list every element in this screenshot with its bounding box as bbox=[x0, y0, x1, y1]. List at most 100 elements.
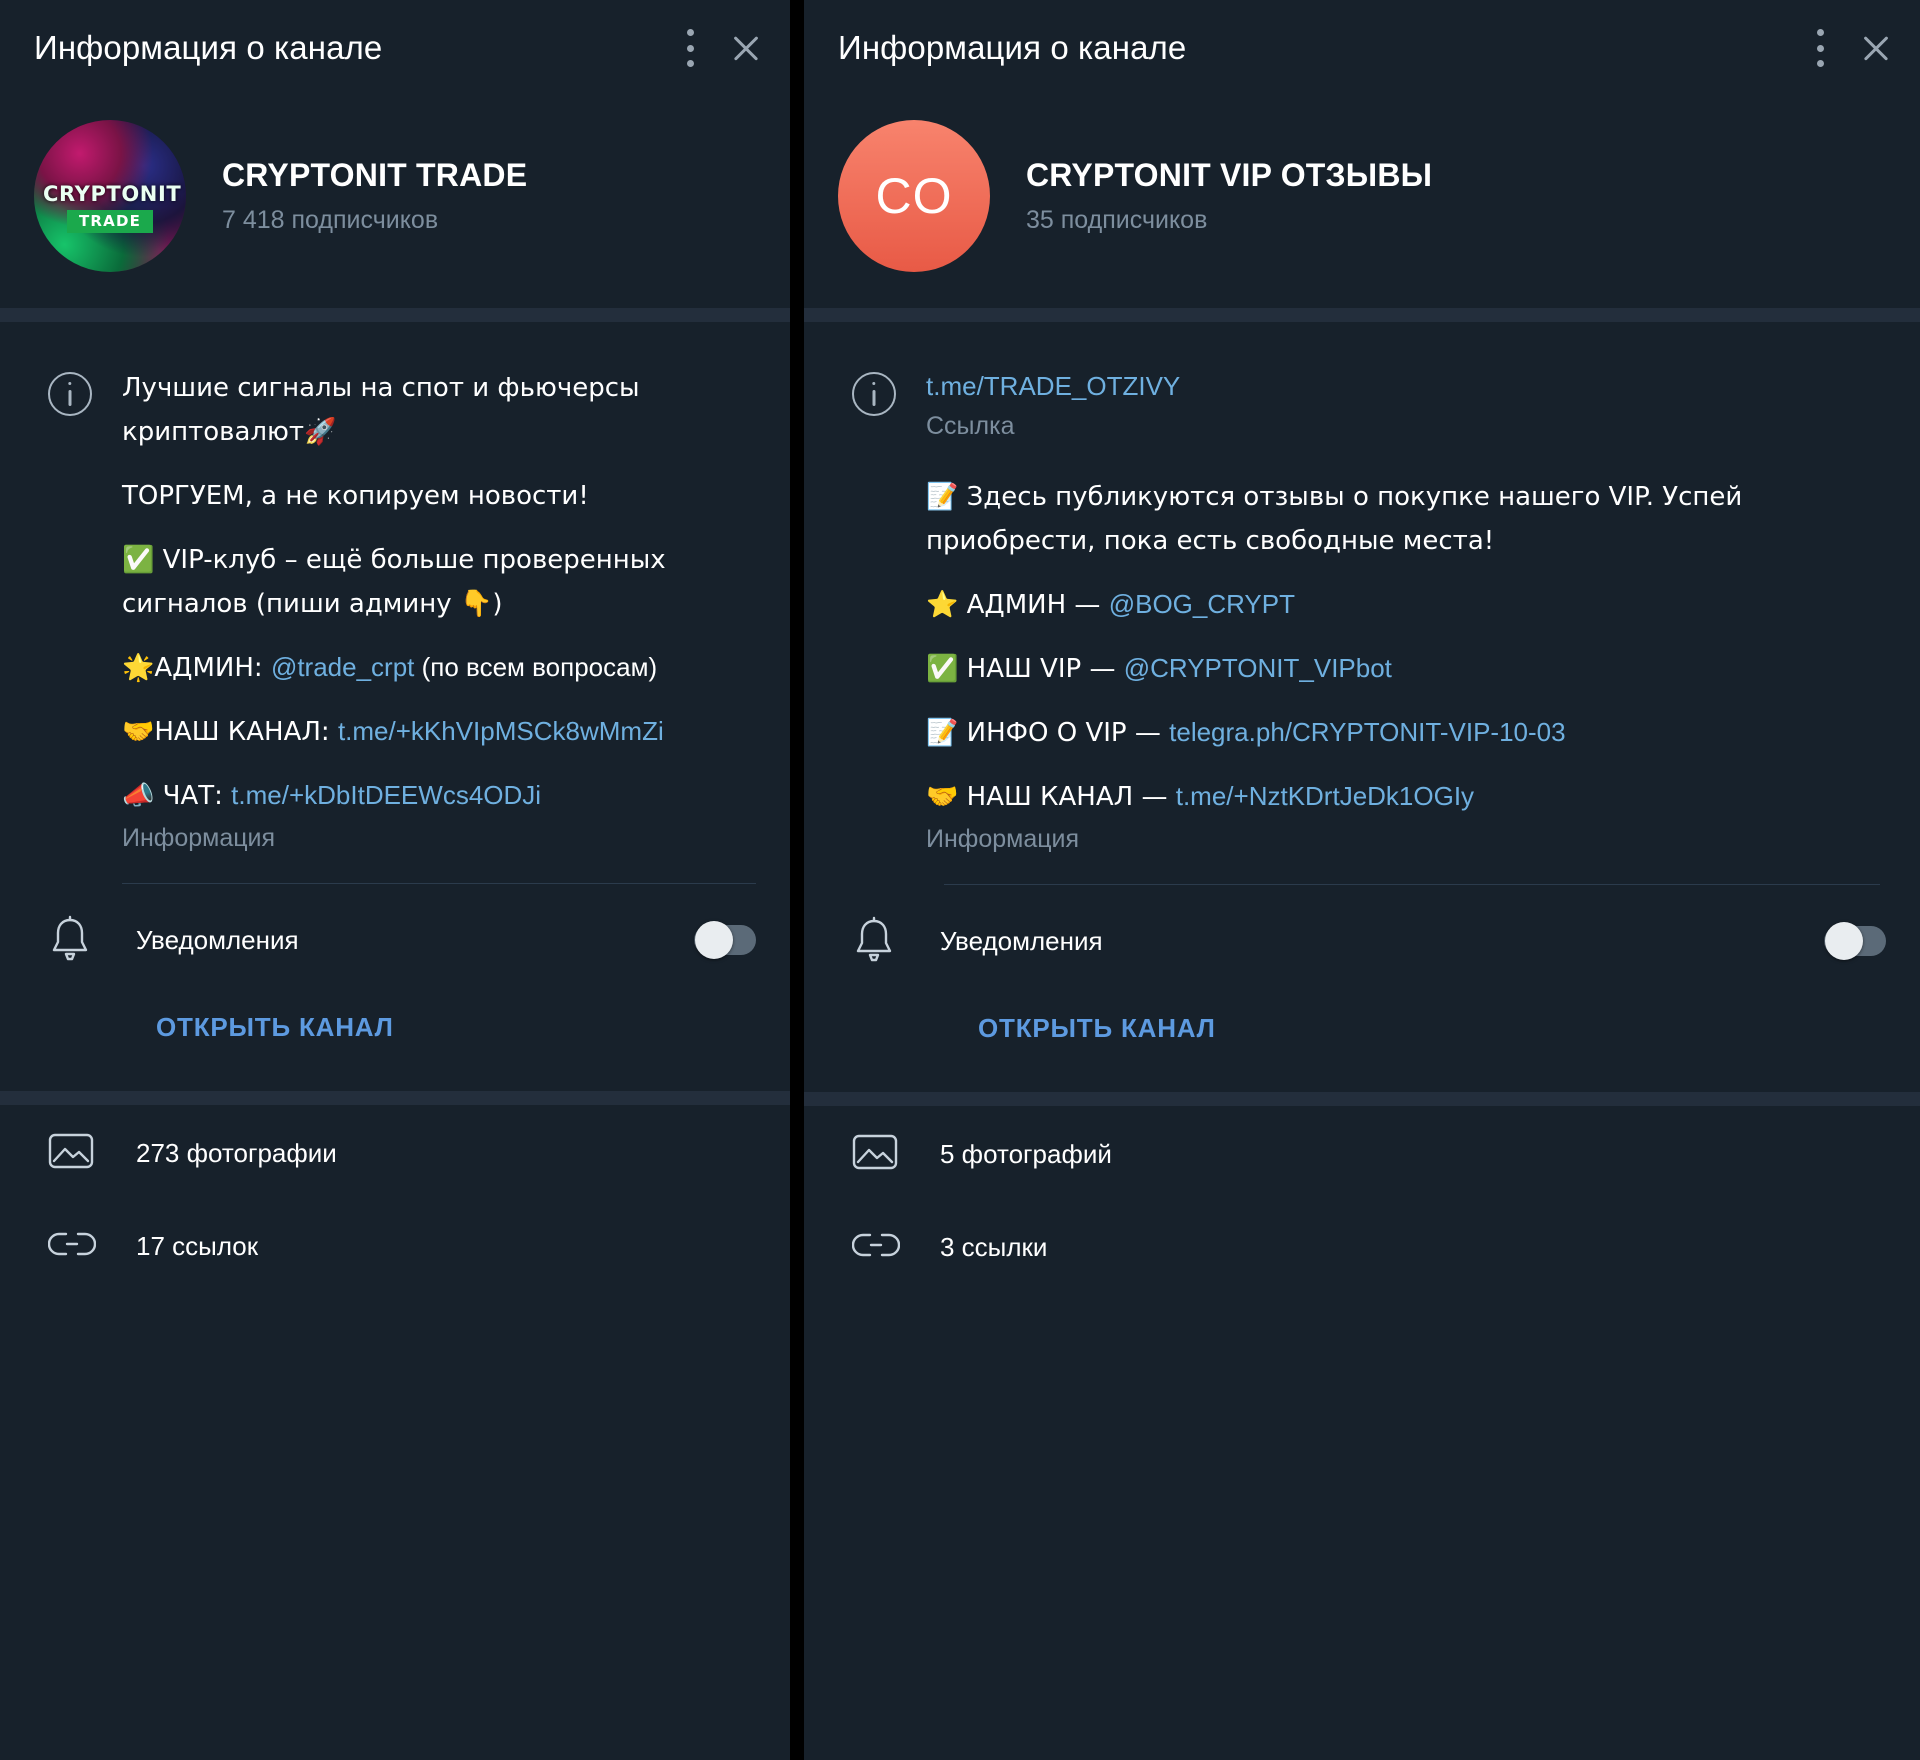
description-text: Лучшие сигналы на спот и фьючерсы крипто… bbox=[122, 373, 648, 447]
description-link[interactable]: t.me/+kKhVIpMSCk8wMmZi bbox=[338, 716, 664, 746]
notifications-label: Уведомления bbox=[136, 924, 299, 955]
open-channel-button[interactable]: ОТКРЫТЬ КАНАЛ bbox=[0, 966, 790, 1043]
description-text: (по всем вопросам) bbox=[414, 652, 658, 682]
description-text: ✅ VIP-клуб – ещё больше проверенных сигн… bbox=[122, 545, 674, 619]
about-section-label: Информация bbox=[926, 825, 1080, 853]
left-channel-info-panel: Информация о канале CRYPTONIT TRADE CRYP… bbox=[0, 0, 790, 1760]
right-about-section: t.me/TRADE_OTZIVY Ссылка 📝 Здесь публику… bbox=[804, 322, 1920, 854]
left-header-actions bbox=[686, 29, 764, 67]
link-icon bbox=[47, 1228, 136, 1265]
description-text: 🤝НАШ КАНАЛ: bbox=[122, 717, 338, 747]
more-vertical-icon[interactable] bbox=[686, 29, 694, 67]
description-line: 📣 ЧАТ: t.me/+kDbItDEEWcs4ODJi bbox=[122, 774, 750, 818]
media-links-label: 3 ссылки bbox=[940, 1232, 1048, 1262]
right-channel-info-panel: Информация о канале CO CRYPTONIT VIP ОТЗ… bbox=[804, 0, 1920, 1760]
close-icon[interactable] bbox=[1858, 30, 1894, 66]
left-about-body: Лучшие сигналы на спот и фьючерсы крипто… bbox=[122, 366, 756, 853]
link-icon bbox=[851, 1229, 940, 1266]
close-icon[interactable] bbox=[728, 30, 764, 66]
description-text: 🤝 НАШ КАНАЛ — bbox=[926, 782, 1176, 812]
description-text: ✅ НАШ VIP — bbox=[926, 654, 1124, 684]
media-row-photos[interactable]: 5 фотографий bbox=[838, 1106, 1886, 1203]
panel-gap bbox=[790, 0, 804, 1760]
description-line: ✅ НАШ VIP — @CRYPTONIT_VIPbot bbox=[926, 647, 1880, 691]
telegram-channel-info-screen: Информация о канале CRYPTONIT TRADE CRYP… bbox=[0, 0, 1920, 1760]
left-profile-text: CRYPTONIT TRADE 7 418 подписчиков bbox=[222, 157, 527, 235]
media-links-label: 17 ссылок bbox=[136, 1231, 259, 1261]
description-line: 📝 ИНФО О VIP — telegra.ph/CRYPTONIT-VIP-… bbox=[926, 711, 1880, 755]
more-vertical-icon[interactable] bbox=[1816, 29, 1824, 67]
subscriber-count: 7 418 подписчиков bbox=[222, 206, 439, 234]
channel-description: Лучшие сигналы на спот и фьючерсы крипто… bbox=[122, 366, 750, 818]
avatar[interactable]: CO bbox=[838, 120, 990, 272]
media-row-links[interactable]: 17 ссылок bbox=[34, 1202, 756, 1291]
about-section-label: Информация bbox=[122, 824, 276, 852]
media-photos-label: 273 фотографии bbox=[136, 1138, 337, 1168]
right-about-body: t.me/TRADE_OTZIVY Ссылка 📝 Здесь публику… bbox=[926, 366, 1886, 854]
description-blank-line bbox=[926, 691, 1880, 711]
photo-icon bbox=[852, 1132, 940, 1177]
description-blank-line bbox=[122, 454, 750, 474]
section-divider-band-2 bbox=[0, 1091, 790, 1105]
page-title-right: Информация о канале bbox=[838, 29, 1187, 66]
photo-icon bbox=[48, 1131, 136, 1176]
right-notifications-row[interactable]: Уведомления bbox=[804, 885, 1920, 967]
bell-icon bbox=[852, 915, 940, 967]
info-icon bbox=[852, 372, 896, 416]
right-header-actions bbox=[1816, 29, 1894, 67]
left-panel-header: Информация о канале bbox=[0, 0, 790, 96]
description-blank-line bbox=[122, 518, 750, 538]
notifications-toggle[interactable] bbox=[1824, 922, 1886, 960]
open-channel-button[interactable]: ОТКРЫТЬ КАНАЛ bbox=[804, 967, 1920, 1044]
description-blank-line bbox=[122, 626, 750, 646]
info-icon-wrap bbox=[34, 366, 122, 853]
description-link[interactable]: t.me/+NztKDrtJeDk1OGIy bbox=[1176, 781, 1474, 811]
section-divider-band-2 bbox=[804, 1092, 1920, 1106]
left-media-rows: 273 фотографии 17 ссылок bbox=[0, 1105, 790, 1291]
description-text: 📣 ЧАТ: bbox=[122, 781, 232, 811]
avatar-badge-line2: TRADE bbox=[67, 210, 153, 233]
toggle-knob bbox=[695, 921, 733, 959]
right-profile-text: CRYPTONIT VIP ОТЗЫВЫ 35 подписчиков bbox=[1026, 157, 1432, 235]
left-profile-block: CRYPTONIT TRADE CRYPTONIT TRADE 7 418 по… bbox=[0, 96, 790, 308]
description-blank-line bbox=[926, 627, 1880, 647]
left-about-section: Лучшие сигналы на спот и фьючерсы крипто… bbox=[0, 322, 790, 853]
description-blank-line bbox=[122, 690, 750, 710]
avatar-initials: CO bbox=[875, 168, 953, 224]
channel-public-link[interactable]: t.me/TRADE_OTZIVY bbox=[926, 366, 1880, 406]
media-row-links[interactable]: 3 ссылки bbox=[838, 1203, 1886, 1292]
description-line: Лучшие сигналы на спот и фьючерсы крипто… bbox=[122, 366, 750, 454]
description-text: 🌟АДМИН: bbox=[122, 653, 271, 683]
description-blank-line bbox=[926, 563, 1880, 583]
media-photos-label: 5 фотографий bbox=[940, 1139, 1112, 1169]
toggle-knob bbox=[1825, 922, 1863, 960]
page-title: Информация о канале bbox=[34, 29, 383, 66]
info-icon bbox=[48, 372, 92, 416]
description-line: 🌟АДМИН: @trade_crpt (по всем вопросам) bbox=[122, 646, 750, 690]
description-link[interactable]: @BOG_CRYPT bbox=[1109, 589, 1295, 619]
description-link[interactable]: t.me/+kDbItDEEWcs4ODJi bbox=[231, 780, 541, 810]
notifications-toggle[interactable] bbox=[694, 921, 756, 959]
right-spacer bbox=[804, 1292, 1920, 1760]
description-link[interactable]: @CRYPTONIT_VIPbot bbox=[1124, 653, 1392, 683]
section-divider-band bbox=[0, 308, 790, 322]
description-line: 📝 Здесь публикуются отзывы о покупке наш… bbox=[926, 475, 1880, 563]
description-line: 🤝 НАШ КАНАЛ — t.me/+NztKDrtJeDk1OGIy bbox=[926, 775, 1880, 819]
bell-icon bbox=[48, 914, 136, 966]
left-notifications-row[interactable]: Уведомления bbox=[0, 884, 790, 966]
description-text: 📝 Здесь публикуются отзывы о покупке наш… bbox=[926, 482, 1751, 556]
description-link[interactable]: @trade_crpt bbox=[271, 652, 414, 682]
avatar[interactable]: CRYPTONIT TRADE bbox=[34, 120, 186, 272]
channel-name: CRYPTONIT TRADE bbox=[222, 157, 528, 193]
description-line: ✅ VIP-клуб – ещё больше проверенных сигн… bbox=[122, 538, 750, 626]
description-blank-line bbox=[926, 755, 1880, 775]
description-text: ⭐ АДМИН — bbox=[926, 590, 1109, 620]
description-line: 🤝НАШ КАНАЛ: t.me/+kKhVIpMSCk8wMmZi bbox=[122, 710, 750, 754]
subscriber-count: 35 подписчиков bbox=[1026, 206, 1208, 234]
description-link[interactable]: telegra.ph/CRYPTONIT-VIP-10-03 bbox=[1169, 717, 1565, 747]
avatar-badge-line1: CRYPTONIT bbox=[43, 182, 182, 206]
description-line: ТОРГУЕМ, а не копируем новости! bbox=[122, 474, 750, 518]
left-spacer bbox=[0, 1291, 790, 1760]
right-media-rows: 5 фотографий 3 ссылки bbox=[804, 1106, 1920, 1292]
media-row-photos[interactable]: 273 фотографии bbox=[34, 1105, 756, 1202]
